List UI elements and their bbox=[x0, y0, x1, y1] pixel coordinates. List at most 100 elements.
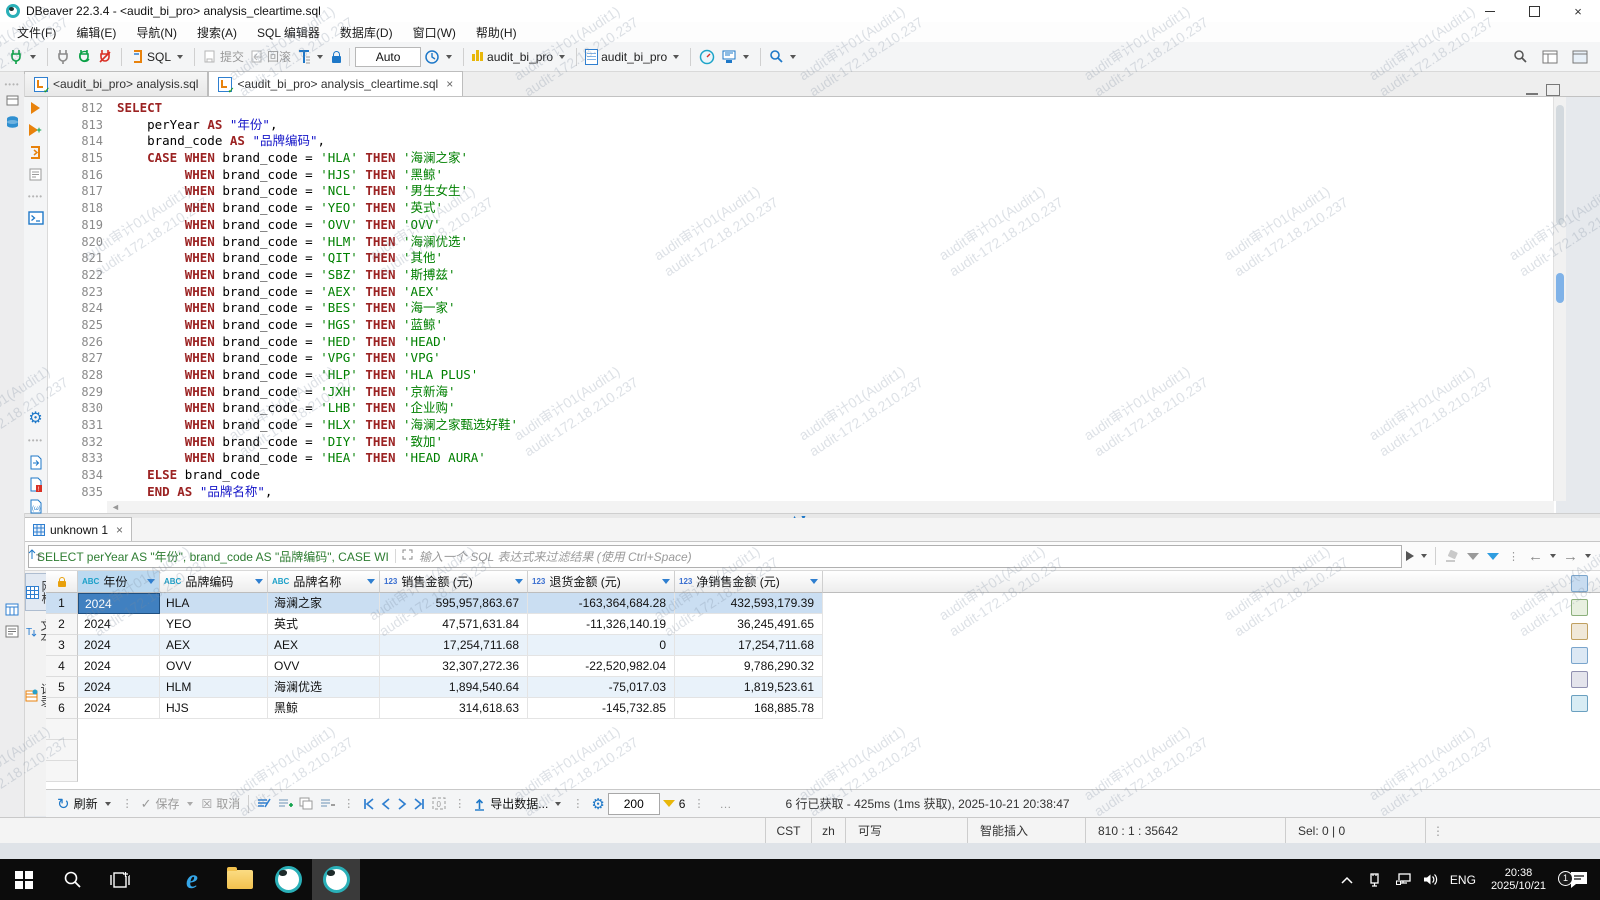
search-dropdown[interactable] bbox=[790, 54, 797, 59]
cell-r2c1[interactable]: 2024 bbox=[78, 614, 160, 635]
column-header-0[interactable]: ABC 年份 bbox=[78, 571, 160, 593]
taskbar-clock[interactable]: 20:38 2025/10/21 bbox=[1481, 867, 1556, 893]
results-grid[interactable]: ABC 年份 ABC 品牌编码 ABC 品牌名称 123 销售金额 (元) 123 退货金额 (元… bbox=[46, 571, 1600, 789]
dashboard-button[interactable] bbox=[696, 47, 718, 67]
restore-panel-icon[interactable] bbox=[5, 95, 20, 109]
autocommit-lock-button[interactable] bbox=[329, 49, 344, 65]
cell-r6c6[interactable]: 168,885.78 bbox=[675, 698, 823, 719]
cell-r1c1[interactable]: 2024 bbox=[78, 593, 160, 614]
cell-r3c5[interactable]: 0 bbox=[528, 635, 675, 656]
edit-cell-icon[interactable] bbox=[257, 797, 272, 810]
duplicate-row-icon[interactable] bbox=[299, 797, 314, 810]
commit-mode-combo[interactable]: Auto bbox=[355, 46, 422, 67]
apply-filter-button[interactable] bbox=[1406, 551, 1414, 561]
disconnect-all-button[interactable] bbox=[95, 47, 116, 66]
server-output-dropdown[interactable] bbox=[743, 54, 750, 59]
export-result-icon[interactable] bbox=[24, 451, 47, 473]
menu-item-2[interactable]: 导航(N) bbox=[127, 22, 186, 43]
custom-filter-button[interactable] bbox=[1487, 552, 1499, 560]
forward-button[interactable]: → bbox=[1563, 548, 1578, 565]
schema-selector[interactable]: audit_bi_pro bbox=[582, 47, 685, 67]
last-row-button[interactable] bbox=[413, 797, 426, 810]
save-script-error-icon[interactable]: ! bbox=[24, 473, 47, 495]
insert-mode-indicator[interactable]: 智能插入 bbox=[967, 818, 1085, 843]
cell-r2c3[interactable]: 英式 bbox=[268, 614, 380, 635]
cell-r4c6[interactable]: 9,786,290.32 bbox=[675, 656, 823, 677]
cell-r2c4[interactable]: 47,571,631.84 bbox=[380, 614, 528, 635]
value-viewer-icon[interactable] bbox=[1570, 599, 1588, 616]
cell-r4c4[interactable]: 32,307,272.36 bbox=[380, 656, 528, 677]
save-filter-button[interactable] bbox=[1467, 552, 1479, 560]
column-menu-icon[interactable] bbox=[147, 579, 155, 584]
results-tab-close-icon[interactable]: × bbox=[116, 523, 123, 537]
dbeaver-taskbar-icon[interactable] bbox=[264, 859, 312, 900]
cancel-button[interactable]: ☒ 取消 bbox=[202, 795, 241, 812]
cell-r6c5[interactable]: -145,732.85 bbox=[528, 698, 675, 719]
sql-editor-button[interactable]: SQL bbox=[127, 47, 189, 66]
calc-panel-icon[interactable] bbox=[1570, 623, 1588, 640]
cell-r3c1[interactable]: 2024 bbox=[78, 635, 160, 656]
row-number-header[interactable] bbox=[46, 571, 78, 593]
cell-r5c5[interactable]: -75,017.03 bbox=[528, 677, 675, 698]
minimize-view-icon[interactable] bbox=[1526, 85, 1538, 95]
execute-script-button[interactable] bbox=[24, 141, 47, 163]
cell-r2c5[interactable]: -11,326,140.19 bbox=[528, 614, 675, 635]
reconnect-button[interactable] bbox=[74, 47, 95, 66]
database-navigator-icon[interactable] bbox=[5, 115, 20, 133]
cell-r5c4[interactable]: 1,894,540.64 bbox=[380, 677, 528, 698]
menu-item-1[interactable]: 编辑(E) bbox=[67, 22, 125, 43]
row-number[interactable]: 3 bbox=[46, 635, 78, 656]
next-row-button[interactable] bbox=[397, 797, 407, 810]
menu-item-4[interactable]: SQL 编辑器 bbox=[248, 22, 329, 43]
tx-log-dropdown[interactable] bbox=[446, 54, 453, 59]
cell-r6c1[interactable]: 2024 bbox=[78, 698, 160, 719]
transaction-mode-button[interactable] bbox=[294, 47, 329, 67]
quick-search-icon[interactable] bbox=[1513, 49, 1528, 64]
editor-horizontal-scrollbar[interactable]: ◄ bbox=[107, 501, 1554, 513]
settings-gear-icon[interactable]: ⚙ bbox=[24, 407, 47, 429]
disconnect-button[interactable] bbox=[53, 47, 74, 66]
cell-r1c4[interactable]: 595,957,863.67 bbox=[380, 593, 528, 614]
export-data-button[interactable]: 导出数据... bbox=[473, 795, 564, 812]
column-header-3[interactable]: 123 销售金额 (元) bbox=[380, 571, 528, 593]
execute-new-tab-button[interactable]: + bbox=[24, 119, 47, 141]
cell-r4c2[interactable]: OVV bbox=[160, 656, 268, 677]
server-output-button[interactable] bbox=[718, 47, 755, 66]
delete-row-icon[interactable] bbox=[320, 797, 336, 810]
panels-toggle-icon[interactable] bbox=[1570, 575, 1588, 592]
cell-r5c2[interactable]: HLM bbox=[160, 677, 268, 698]
cell-r5c6[interactable]: 1,819,523.61 bbox=[675, 677, 823, 698]
close-button[interactable]: × bbox=[1556, 0, 1600, 22]
column-menu-icon[interactable] bbox=[515, 579, 523, 584]
menu-item-3[interactable]: 搜索(A) bbox=[188, 22, 246, 43]
explain-plan-button[interactable] bbox=[24, 163, 47, 185]
terminal-icon[interactable] bbox=[24, 207, 47, 229]
file-explorer-icon[interactable] bbox=[216, 859, 264, 900]
metadata-panel-icon[interactable] bbox=[1570, 647, 1588, 664]
script-output-icon[interactable]: (ω) bbox=[24, 495, 47, 517]
column-header-1[interactable]: ABC 品牌编码 bbox=[160, 571, 268, 593]
task-view-button[interactable] bbox=[96, 859, 144, 900]
menu-item-5[interactable]: 数据库(D) bbox=[331, 22, 402, 43]
rollback-button[interactable]: 回滚 bbox=[247, 46, 294, 67]
transaction-dropdown[interactable] bbox=[317, 54, 324, 59]
tab-analysis-cleartime-sql[interactable]: <audit_bi_pro> analysis_cleartime.sql × bbox=[208, 71, 464, 96]
menu-item-6[interactable]: 窗口(W) bbox=[404, 22, 465, 43]
ie-taskbar-icon[interactable]: e bbox=[168, 859, 216, 900]
expand-filter-icon[interactable] bbox=[394, 549, 413, 563]
caret-position[interactable]: 810 : 1 : 35642 bbox=[1085, 818, 1285, 843]
filter-history-dropdown[interactable] bbox=[1421, 554, 1427, 558]
perspective-icon[interactable] bbox=[1542, 50, 1558, 64]
cell-r4c5[interactable]: -22,520,982.04 bbox=[528, 656, 675, 677]
connect-button[interactable] bbox=[6, 47, 42, 66]
tab-analysis-sql[interactable]: <audit_bi_pro> analysis.sql bbox=[24, 71, 209, 96]
save-button[interactable]: ✓ 保存 bbox=[141, 795, 196, 812]
cell-r3c3[interactable]: AEX bbox=[268, 635, 380, 656]
results-tab-unknown1[interactable]: unknown 1 × bbox=[24, 517, 133, 541]
schema-dropdown[interactable] bbox=[673, 54, 680, 59]
grouping-panel-icon[interactable] bbox=[1570, 695, 1588, 712]
forward-dropdown[interactable] bbox=[1585, 554, 1591, 558]
results-panel-icon[interactable] bbox=[5, 603, 20, 619]
tx-log-button[interactable] bbox=[421, 47, 458, 67]
column-menu-icon[interactable] bbox=[367, 579, 375, 584]
